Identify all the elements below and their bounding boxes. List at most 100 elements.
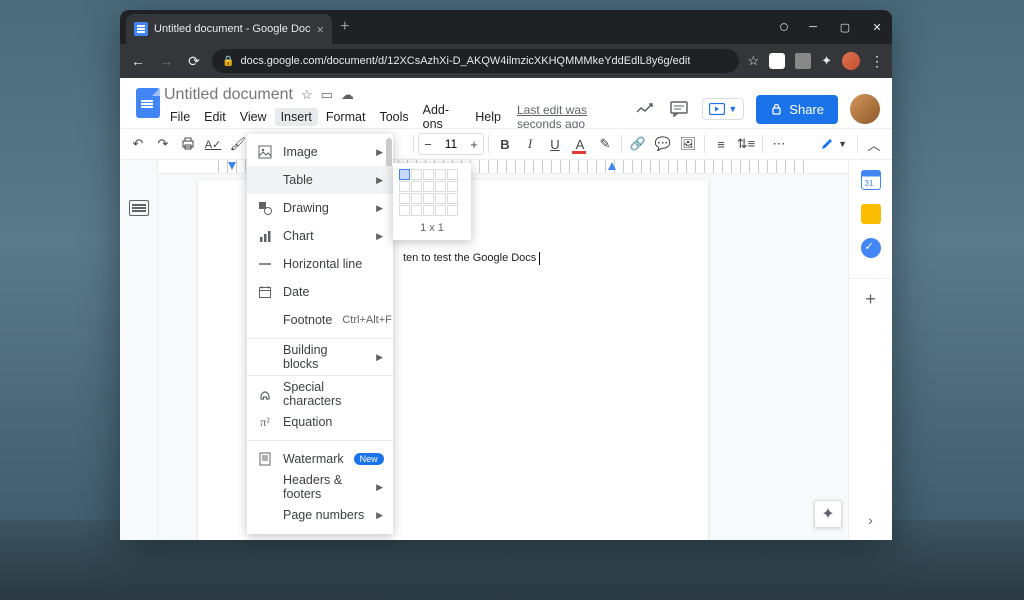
- menu-view[interactable]: View: [234, 108, 273, 126]
- nav-reload-button[interactable]: ⟳: [184, 51, 204, 71]
- highlight-button[interactable]: ✎: [593, 132, 617, 156]
- collapse-toolbar-button[interactable]: ︿: [862, 132, 886, 156]
- table-cell[interactable]: [423, 193, 434, 204]
- window-maximize-button[interactable]: ▢: [830, 13, 860, 41]
- table-cell[interactable]: [399, 181, 410, 192]
- comments-icon[interactable]: [668, 98, 690, 120]
- present-button[interactable]: ▼: [702, 98, 744, 120]
- menu-edit[interactable]: Edit: [198, 108, 232, 126]
- table-cell[interactable]: [447, 181, 458, 192]
- browser-tab[interactable]: Untitled document - Google Doc ×: [126, 14, 332, 44]
- font-size-input[interactable]: [439, 137, 463, 151]
- insert-chart[interactable]: Chart▶: [247, 222, 393, 250]
- collapse-sidepanel-icon[interactable]: ›: [868, 512, 873, 528]
- table-cell[interactable]: [399, 169, 410, 180]
- insert-equation[interactable]: π²Equation: [247, 408, 393, 436]
- insert-table[interactable]: Table▶: [247, 166, 393, 194]
- menu-insert[interactable]: Insert: [275, 108, 318, 126]
- table-cell[interactable]: [447, 205, 458, 216]
- align-button[interactable]: ≡: [709, 132, 733, 156]
- insert-footnote[interactable]: FootnoteCtrl+Alt+F: [247, 306, 393, 334]
- extension-1-icon[interactable]: [769, 53, 785, 69]
- table-cell[interactable]: [435, 181, 446, 192]
- font-size-control[interactable]: − +: [418, 133, 484, 155]
- last-edit-link[interactable]: Last edit was seconds ago: [517, 103, 634, 131]
- table-grid[interactable]: [399, 169, 465, 216]
- calendar-addon-icon[interactable]: [861, 170, 881, 190]
- insert-link-button[interactable]: 🔗: [626, 132, 650, 156]
- table-cell[interactable]: [411, 205, 422, 216]
- underline-button[interactable]: U: [543, 132, 567, 156]
- doc-title-input[interactable]: Untitled document: [164, 86, 293, 104]
- nav-back-button[interactable]: ←: [128, 51, 148, 71]
- table-cell[interactable]: [411, 193, 422, 204]
- menu-format[interactable]: Format: [320, 108, 372, 126]
- explore-button[interactable]: ✦: [814, 500, 842, 528]
- extension-2-icon[interactable]: [795, 53, 811, 69]
- insert-headers-footers[interactable]: Headers & footers▶: [247, 473, 393, 501]
- line-spacing-button[interactable]: ⇅≡: [734, 132, 758, 156]
- insert-comment-button[interactable]: 💬: [651, 132, 675, 156]
- new-tab-button[interactable]: +: [340, 18, 349, 36]
- insert-break[interactable]: Break▶: [247, 529, 393, 534]
- cloud-status-icon[interactable]: ☁: [341, 87, 354, 103]
- toolbar-more-button[interactable]: ⋯: [767, 132, 791, 156]
- insert-page-numbers[interactable]: Page numbers▶: [247, 501, 393, 529]
- star-doc-icon[interactable]: ☆: [301, 87, 313, 103]
- insert-horizontal-line[interactable]: Horizontal line: [247, 250, 393, 278]
- bookmark-star-icon[interactable]: ☆: [747, 53, 759, 69]
- tasks-addon-icon[interactable]: [861, 238, 881, 258]
- table-cell[interactable]: [399, 193, 410, 204]
- address-bar[interactable]: 🔒 docs.google.com/document/d/12XCsAzhXi-…: [212, 49, 739, 73]
- table-cell[interactable]: [411, 181, 422, 192]
- italic-button[interactable]: I: [518, 132, 542, 156]
- insert-building-blocks[interactable]: Building blocks▶: [247, 343, 393, 371]
- toolbar: ↶ ↷ A✓ 🖌 − + B I U A ✎ 🔗 💬 🖼 ≡ ⇅≡ ⋯ ▼ ︿: [120, 128, 892, 160]
- document-text[interactable]: ten to test the Google Docs: [403, 250, 658, 267]
- outline-toggle-icon[interactable]: [129, 200, 149, 216]
- get-addons-icon[interactable]: +: [849, 278, 892, 310]
- insert-image[interactable]: Image▶: [247, 138, 393, 166]
- insert-special-characters[interactable]: Special characters: [247, 380, 393, 408]
- menu-help[interactable]: Help: [469, 108, 507, 126]
- window-close-button[interactable]: ✕: [862, 13, 892, 41]
- menu-tools[interactable]: Tools: [373, 108, 414, 126]
- keep-addon-icon[interactable]: [861, 204, 881, 224]
- extensions-puzzle-icon[interactable]: ✦: [821, 53, 832, 69]
- text-color-button[interactable]: A: [568, 132, 592, 156]
- user-avatar[interactable]: [850, 94, 880, 124]
- menu-file[interactable]: File: [164, 108, 196, 126]
- undo-button[interactable]: ↶: [126, 132, 150, 156]
- move-doc-icon[interactable]: ▭: [321, 87, 333, 103]
- spellcheck-button[interactable]: A✓: [201, 132, 225, 156]
- font-size-increase[interactable]: +: [465, 137, 483, 152]
- insert-image-button[interactable]: 🖼: [676, 132, 700, 156]
- insert-watermark[interactable]: WatermarkNew: [247, 445, 393, 473]
- editing-mode-button[interactable]: ▼: [814, 134, 853, 154]
- window-minimize-button[interactable]: ─: [798, 13, 828, 41]
- docs-logo-icon[interactable]: [132, 84, 164, 124]
- bold-button[interactable]: B: [493, 132, 517, 156]
- table-cell[interactable]: [423, 181, 434, 192]
- insert-date[interactable]: Date: [247, 278, 393, 306]
- share-button[interactable]: Share: [756, 95, 838, 124]
- activity-icon[interactable]: [634, 98, 656, 120]
- table-cell[interactable]: [435, 205, 446, 216]
- nav-forward-button[interactable]: →: [156, 51, 176, 71]
- redo-button[interactable]: ↷: [151, 132, 175, 156]
- table-cell[interactable]: [435, 193, 446, 204]
- tab-close-icon[interactable]: ×: [317, 22, 325, 37]
- table-cell[interactable]: [411, 169, 422, 180]
- table-cell[interactable]: [399, 205, 410, 216]
- browser-menu-icon[interactable]: ⋮: [870, 53, 884, 70]
- table-cell[interactable]: [423, 169, 434, 180]
- print-button[interactable]: [176, 132, 200, 156]
- table-cell[interactable]: [447, 193, 458, 204]
- table-cell[interactable]: [423, 205, 434, 216]
- insert-drawing[interactable]: Drawing▶: [247, 194, 393, 222]
- profile-avatar-small[interactable]: [842, 52, 860, 70]
- table-cell[interactable]: [435, 169, 446, 180]
- font-size-decrease[interactable]: −: [419, 137, 437, 152]
- account-indicator-icon[interactable]: [780, 23, 788, 31]
- table-cell[interactable]: [447, 169, 458, 180]
